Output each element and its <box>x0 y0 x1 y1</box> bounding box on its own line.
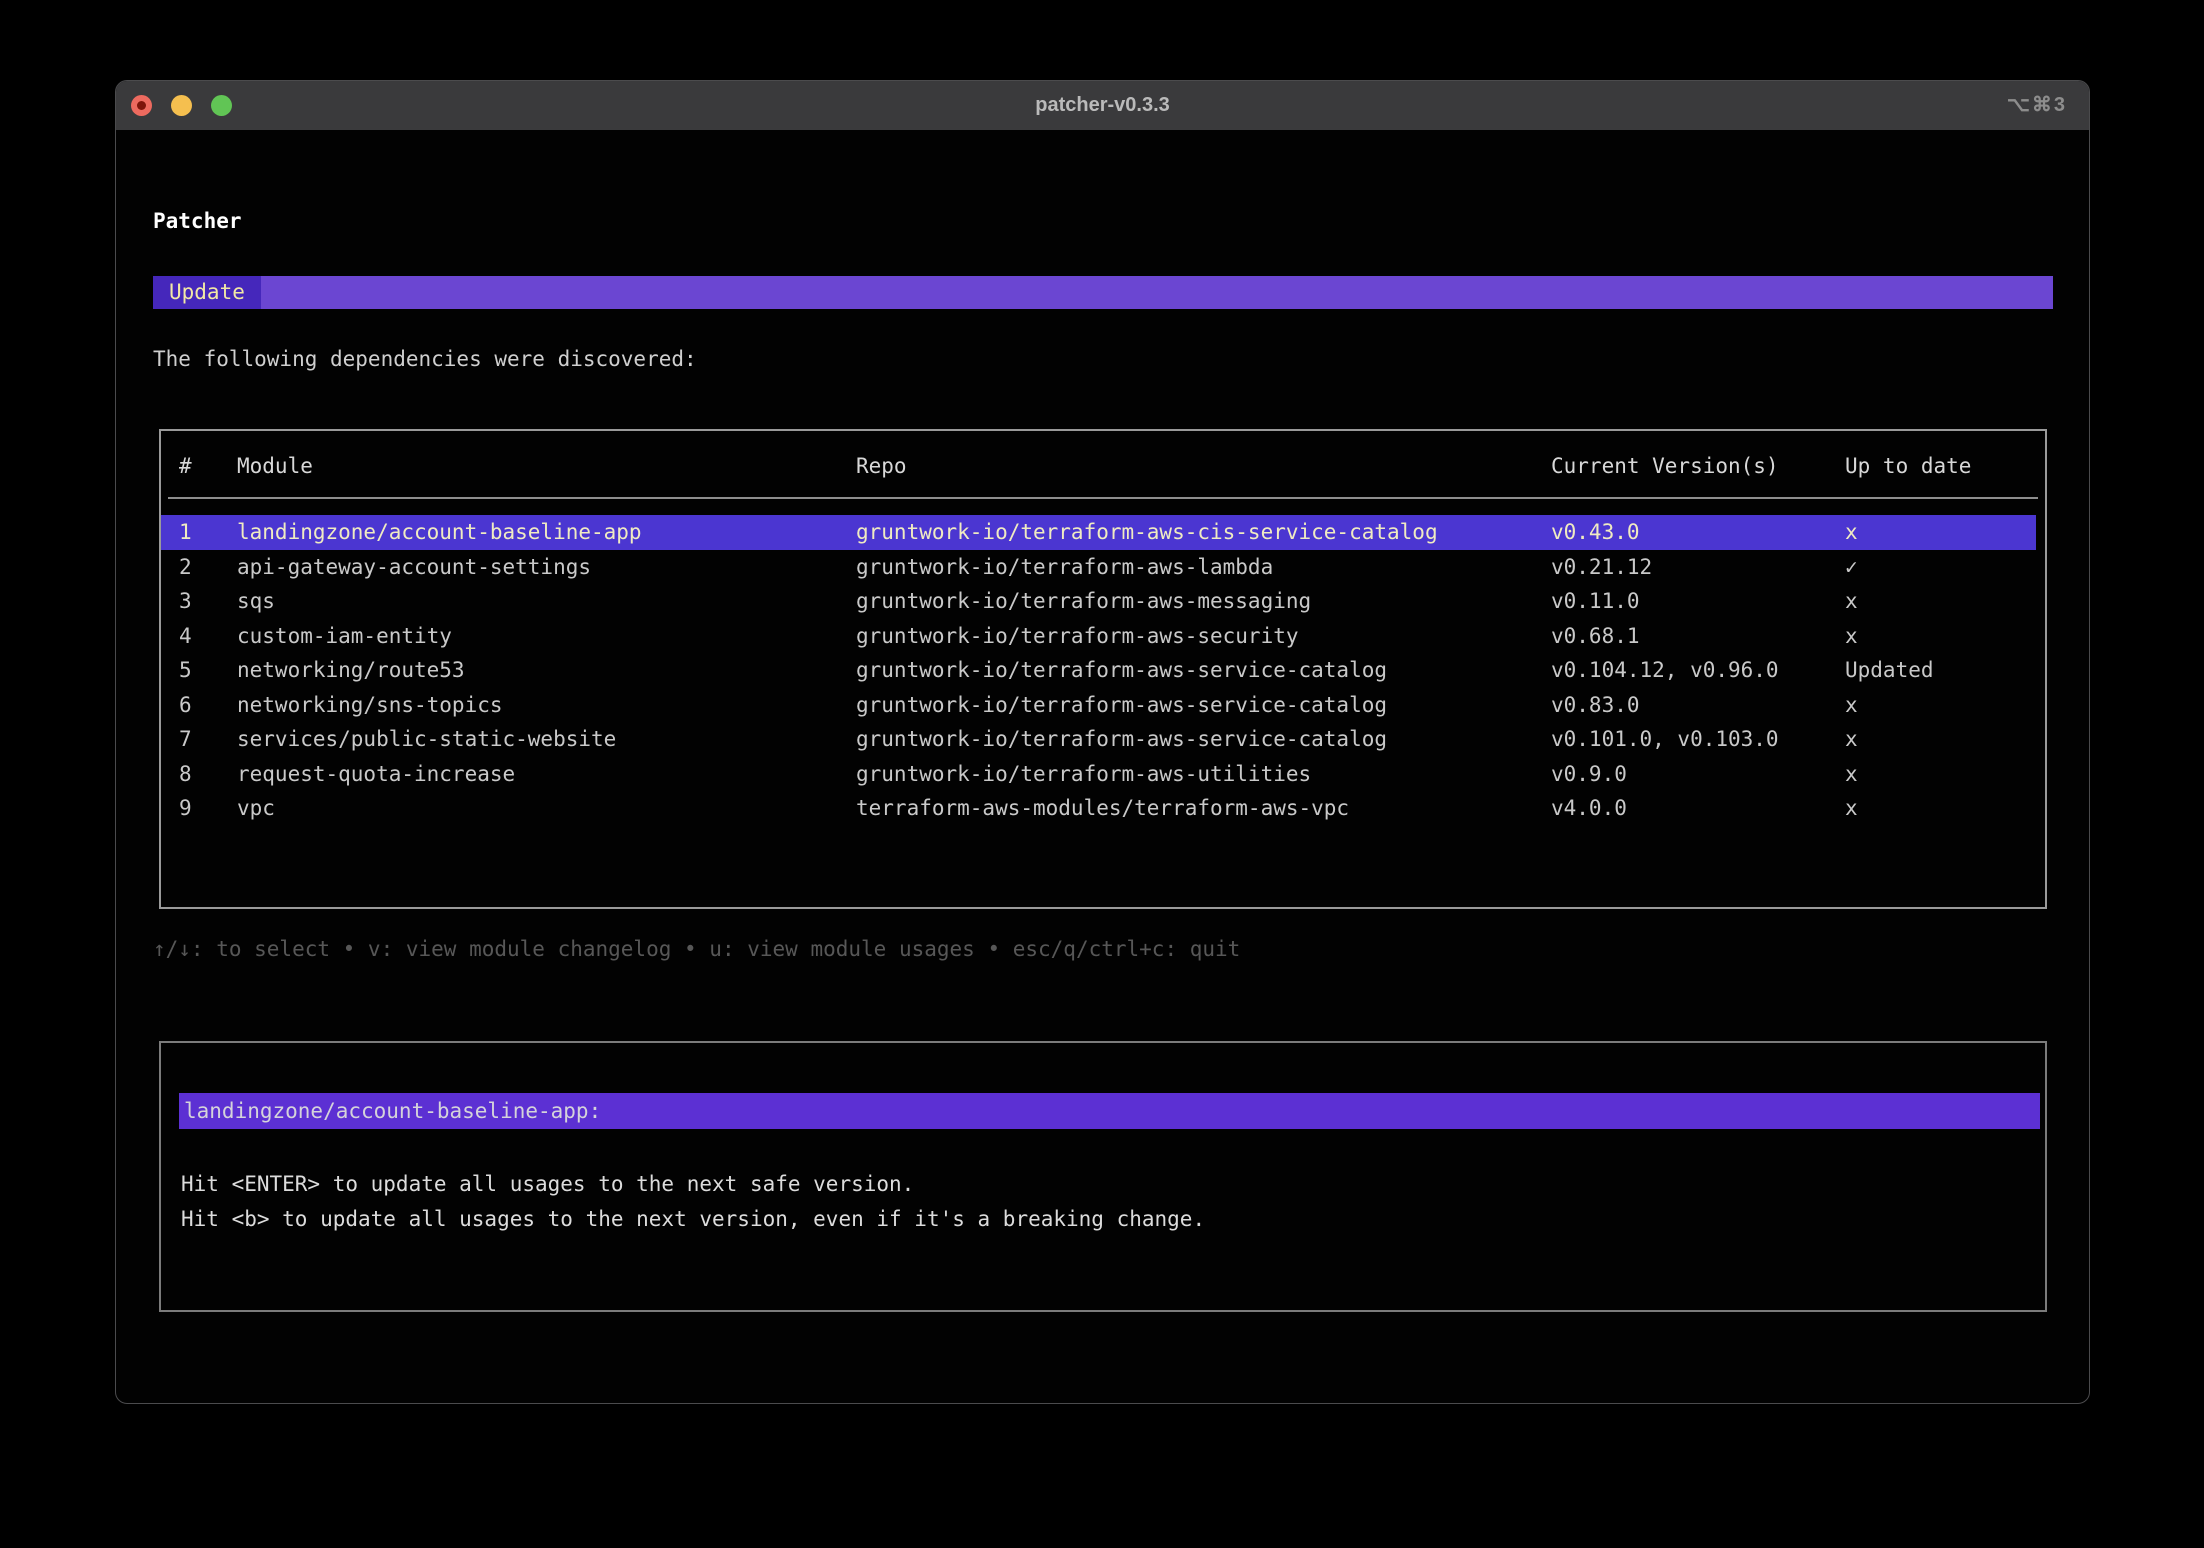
header-separator <box>168 497 2038 499</box>
row-status: x <box>1845 584 1858 619</box>
row-repo: gruntwork-io/terraform-aws-lambda <box>856 550 1273 585</box>
row-module: services/public-static-website <box>237 722 616 757</box>
intro-text: The following dependencies were discover… <box>153 347 697 371</box>
detail-instructions: Hit <ENTER> to update all usages to the … <box>181 1167 1205 1237</box>
window-shortcut-badge: ⌥⌘3 <box>2007 81 2067 130</box>
row-status: x <box>1845 757 1858 792</box>
row-index: 1 <box>179 515 192 550</box>
table-header-row: # Module Repo Current Version(s) Up to d… <box>161 449 2045 483</box>
dependencies-table: # Module Repo Current Version(s) Up to d… <box>159 429 2047 909</box>
row-repo: terraform-aws-modules/terraform-aws-vpc <box>856 791 1349 826</box>
row-version: v0.83.0 <box>1551 688 1640 723</box>
table-row[interactable]: 3 sqs gruntwork-io/terraform-aws-messagi… <box>161 584 2036 619</box>
table-rows: 1 landingzone/account-baseline-app grunt… <box>161 515 2045 826</box>
tab-bar: Update <box>153 276 2053 309</box>
row-index: 7 <box>179 722 192 757</box>
row-module: custom-iam-entity <box>237 619 452 654</box>
row-index: 3 <box>179 584 192 619</box>
row-version: v0.9.0 <box>1551 757 1627 792</box>
row-index: 4 <box>179 619 192 654</box>
column-header-version: Current Version(s) <box>1551 449 1779 483</box>
row-index: 9 <box>179 791 192 826</box>
table-row[interactable]: 1 landingzone/account-baseline-app grunt… <box>161 515 2036 550</box>
row-index: 6 <box>179 688 192 723</box>
row-version: v0.43.0 <box>1551 515 1640 550</box>
row-repo: gruntwork-io/terraform-aws-security <box>856 619 1299 654</box>
row-version: v4.0.0 <box>1551 791 1627 826</box>
detail-title-bar: landingzone/account-baseline-app: <box>179 1093 2040 1129</box>
table-row[interactable]: 5 networking/route53 gruntwork-io/terraf… <box>161 653 2036 688</box>
column-header-module: Module <box>237 449 313 483</box>
terminal-window: patcher-v0.3.3 ⌥⌘3 Patcher Update The fo… <box>115 80 2090 1404</box>
row-module: vpc <box>237 791 275 826</box>
row-module: networking/route53 <box>237 653 465 688</box>
row-version: v0.68.1 <box>1551 619 1640 654</box>
detail-instruction-breaking: Hit <b> to update all usages to the next… <box>181 1202 1205 1237</box>
keyboard-help-bar: ↑/↓: to select • v: view module changelo… <box>153 937 1240 961</box>
detail-instruction-enter: Hit <ENTER> to update all usages to the … <box>181 1167 1205 1202</box>
row-status: x <box>1845 688 1858 723</box>
row-version: v0.101.0, v0.103.0 <box>1551 722 1779 757</box>
row-repo: gruntwork-io/terraform-aws-utilities <box>856 757 1311 792</box>
row-repo: gruntwork-io/terraform-aws-messaging <box>856 584 1311 619</box>
column-header-repo: Repo <box>856 449 907 483</box>
row-module: request-quota-increase <box>237 757 515 792</box>
column-header-index: # <box>179 449 192 483</box>
row-version: v0.11.0 <box>1551 584 1640 619</box>
window-title: patcher-v0.3.3 <box>116 81 2089 130</box>
tab-update[interactable]: Update <box>153 276 261 309</box>
detail-panel: landingzone/account-baseline-app: Hit <E… <box>159 1041 2047 1312</box>
table-row[interactable]: 4 custom-iam-entity gruntwork-io/terrafo… <box>161 619 2036 654</box>
row-module: networking/sns-topics <box>237 688 503 723</box>
row-repo: gruntwork-io/terraform-aws-service-catal… <box>856 688 1387 723</box>
row-module: sqs <box>237 584 275 619</box>
row-status: x <box>1845 619 1858 654</box>
row-status: x <box>1845 791 1858 826</box>
row-status: ✓ <box>1845 550 1858 585</box>
row-repo: gruntwork-io/terraform-aws-service-catal… <box>856 653 1387 688</box>
row-index: 5 <box>179 653 192 688</box>
row-module: api-gateway-account-settings <box>237 550 591 585</box>
row-status: x <box>1845 515 1858 550</box>
row-repo: gruntwork-io/terraform-aws-cis-service-c… <box>856 515 1438 550</box>
window-titlebar: patcher-v0.3.3 ⌥⌘3 <box>116 81 2089 130</box>
row-index: 2 <box>179 550 192 585</box>
row-module: landingzone/account-baseline-app <box>237 515 642 550</box>
table-row[interactable]: 6 networking/sns-topics gruntwork-io/ter… <box>161 688 2036 723</box>
table-row[interactable]: 7 services/public-static-website gruntwo… <box>161 722 2036 757</box>
row-status: Updated <box>1845 653 1934 688</box>
table-row[interactable]: 8 request-quota-increase gruntwork-io/te… <box>161 757 2036 792</box>
table-row[interactable]: 2 api-gateway-account-settings gruntwork… <box>161 550 2036 585</box>
table-row[interactable]: 9 vpc terraform-aws-modules/terraform-aw… <box>161 791 2036 826</box>
row-repo: gruntwork-io/terraform-aws-service-catal… <box>856 722 1387 757</box>
row-index: 8 <box>179 757 192 792</box>
app-title: Patcher <box>153 209 242 233</box>
row-version: v0.21.12 <box>1551 550 1652 585</box>
column-header-status: Up to date <box>1845 449 1971 483</box>
row-status: x <box>1845 722 1858 757</box>
row-version: v0.104.12, v0.96.0 <box>1551 653 1779 688</box>
